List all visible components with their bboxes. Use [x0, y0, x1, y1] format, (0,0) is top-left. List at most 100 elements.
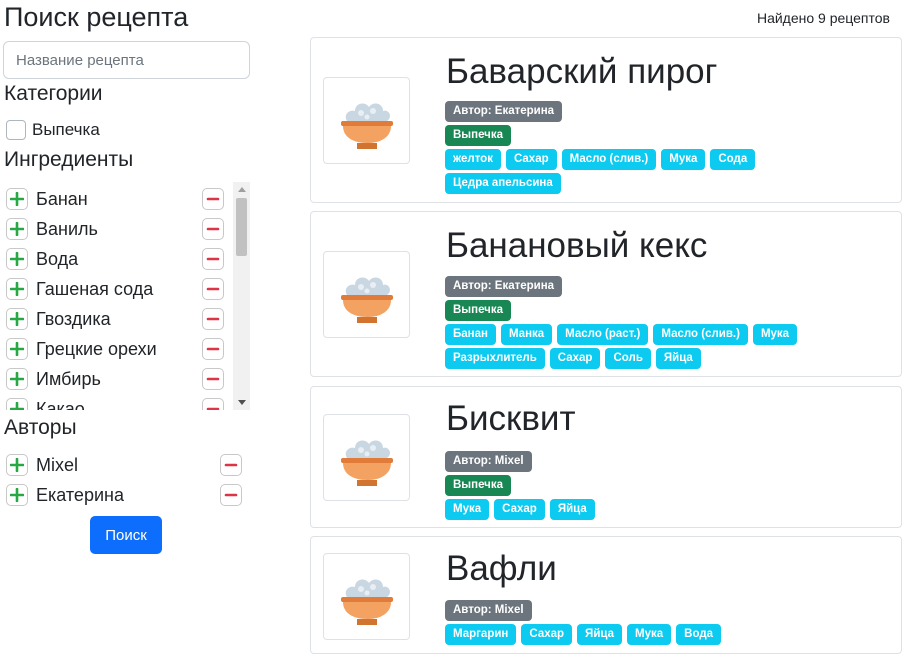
- sidebar: Поиск рецепта Категории Выпечка Ингредие…: [0, 0, 262, 658]
- minus-icon: [206, 197, 220, 201]
- recipe-card[interactable]: Вафли Автор: Mixel Маргарин Сахар Яйца М…: [310, 536, 902, 654]
- ingredient-badge-row: Цедра апельсина: [445, 173, 561, 194]
- plus-icon: [10, 252, 24, 266]
- remove-ingredient-button[interactable]: [202, 368, 224, 390]
- author-label: Екатерина: [36, 484, 124, 505]
- remove-ingredient-button[interactable]: [202, 188, 224, 210]
- recipe-card[interactable]: Баварский пирог Автор: Екатерина Выпечка…: [310, 37, 902, 203]
- ingredient-badge: Масло (раст.): [557, 324, 649, 345]
- recipe-title[interactable]: Банановый кекс: [446, 226, 707, 266]
- recipe-title[interactable]: Бисквит: [446, 399, 576, 439]
- remove-author-button[interactable]: [220, 484, 242, 506]
- ingredient-label: Имбирь: [36, 368, 101, 389]
- ingredient-badge: Мука: [627, 624, 672, 645]
- ingredient-badge-row: Маргарин Сахар Яйца Мука Вода: [445, 624, 722, 645]
- ingredient-row: Ваниль: [6, 214, 98, 244]
- ingredient-badge: Сахар: [521, 624, 573, 645]
- page-title: Поиск рецепта: [4, 2, 189, 32]
- category-checkbox[interactable]: [6, 120, 26, 140]
- recipe-search-input[interactable]: [3, 41, 250, 79]
- ingredient-badge: Сода: [710, 149, 756, 170]
- add-ingredient-button[interactable]: [6, 248, 28, 270]
- author-badge: Автор: Mixel: [445, 600, 532, 621]
- add-ingredient-button[interactable]: [6, 308, 28, 330]
- rice-bowl-icon: [340, 103, 393, 149]
- category-badge: Выпечка: [445, 125, 512, 146]
- rice-bowl-icon: [340, 579, 393, 625]
- ingredient-badge-row: желток Сахар Масло (слив.) Мука Сода: [445, 149, 756, 170]
- author-badge: Автор: Екатерина: [445, 101, 563, 122]
- recipe-image: [323, 553, 410, 640]
- ingredients-list-container[interactable]: Банан Ваниль Вода Гашеная сода Гвоздика: [0, 182, 250, 410]
- ingredient-badge: Банан: [445, 324, 496, 345]
- add-ingredient-button[interactable]: [6, 278, 28, 300]
- recipe-image: [323, 77, 410, 164]
- recipe-title[interactable]: Баварский пирог: [446, 52, 717, 92]
- author-badge-row: Автор: Mixel: [445, 600, 532, 621]
- category-badge: Выпечка: [445, 475, 512, 496]
- author-row: Mixel: [6, 450, 78, 480]
- add-author-button[interactable]: [6, 484, 28, 506]
- ingredient-label: Вода: [36, 248, 79, 269]
- plus-icon: [10, 458, 24, 472]
- ingredient-label: Гвоздика: [36, 308, 111, 329]
- ingredient-badge-row: Мука Сахар Яйца: [445, 499, 595, 520]
- add-ingredient-button[interactable]: [6, 398, 28, 410]
- ingredient-label: Ваниль: [36, 218, 98, 239]
- ingredient-badge: Сахар: [505, 149, 557, 170]
- ingredient-badge: Вода: [676, 624, 722, 645]
- author-badge: Автор: Екатерина: [445, 276, 563, 297]
- minus-icon: [224, 463, 238, 467]
- ingredients-scrollbar[interactable]: [233, 182, 250, 410]
- ingredient-badge: Манка: [500, 324, 553, 345]
- add-ingredient-button[interactable]: [6, 368, 28, 390]
- recipe-title[interactable]: Вафли: [446, 549, 557, 589]
- add-ingredient-button[interactable]: [6, 188, 28, 210]
- recipe-card[interactable]: Бисквит Автор: Mixel Выпечка Мука Сахар …: [310, 386, 902, 528]
- ingredient-row: Вода: [6, 244, 78, 274]
- plus-icon: [10, 402, 24, 410]
- remove-ingredient-button[interactable]: [202, 218, 224, 240]
- minus-icon: [206, 407, 220, 410]
- remove-ingredient-button[interactable]: [202, 398, 224, 410]
- authors-heading: Авторы: [4, 416, 77, 439]
- ingredient-badge: Соль: [605, 348, 651, 369]
- ingredient-badge: Сахар: [494, 499, 545, 520]
- add-ingredient-button[interactable]: [6, 338, 28, 360]
- ingredient-badge: Сахар: [549, 348, 601, 369]
- ingredient-badge: Яйца: [549, 499, 595, 520]
- search-button[interactable]: Поиск: [90, 516, 162, 554]
- minus-icon: [206, 257, 220, 261]
- scrollbar-thumb[interactable]: [236, 198, 247, 256]
- ingredient-badge: Яйца: [655, 348, 701, 369]
- minus-icon: [206, 317, 220, 321]
- remove-ingredient-button[interactable]: [202, 308, 224, 330]
- author-badge: Автор: Mixel: [445, 451, 532, 472]
- remove-ingredient-button[interactable]: [202, 278, 224, 300]
- results-count: Найдено 9 рецептов: [756, 10, 890, 26]
- remove-ingredient-button[interactable]: [202, 338, 224, 360]
- ingredient-badge: Маргарин: [445, 624, 517, 645]
- category-badge-row: Выпечка: [445, 300, 512, 321]
- ingredient-badge: Мука: [661, 149, 706, 170]
- add-ingredient-button[interactable]: [6, 218, 28, 240]
- ingredient-row: Гвоздика: [6, 304, 111, 334]
- author-badge-row: Автор: Екатерина: [445, 101, 563, 122]
- remove-ingredient-button[interactable]: [202, 248, 224, 270]
- category-badge-row: Выпечка: [445, 125, 512, 146]
- ingredient-row: Какао: [6, 394, 85, 410]
- recipe-card[interactable]: Банановый кекс Автор: Екатерина Выпечка …: [310, 211, 902, 377]
- category-badge: Выпечка: [445, 300, 512, 321]
- remove-author-button[interactable]: [220, 454, 242, 476]
- ingredient-badge: желток: [445, 149, 501, 170]
- rice-bowl-icon: [340, 440, 393, 486]
- scroll-up-arrow-icon[interactable]: [233, 182, 250, 196]
- add-author-button[interactable]: [6, 454, 28, 476]
- scroll-down-arrow-icon[interactable]: [233, 396, 250, 410]
- ingredient-badge: Мука: [752, 324, 798, 345]
- plus-icon: [10, 222, 24, 236]
- plus-icon: [10, 312, 24, 326]
- category-item-vypechka[interactable]: Выпечка: [6, 120, 100, 140]
- ingredient-badge-row: Разрыхлитель Сахар Соль Яйца: [445, 348, 701, 369]
- ingredient-label: Грецкие орехи: [36, 338, 157, 359]
